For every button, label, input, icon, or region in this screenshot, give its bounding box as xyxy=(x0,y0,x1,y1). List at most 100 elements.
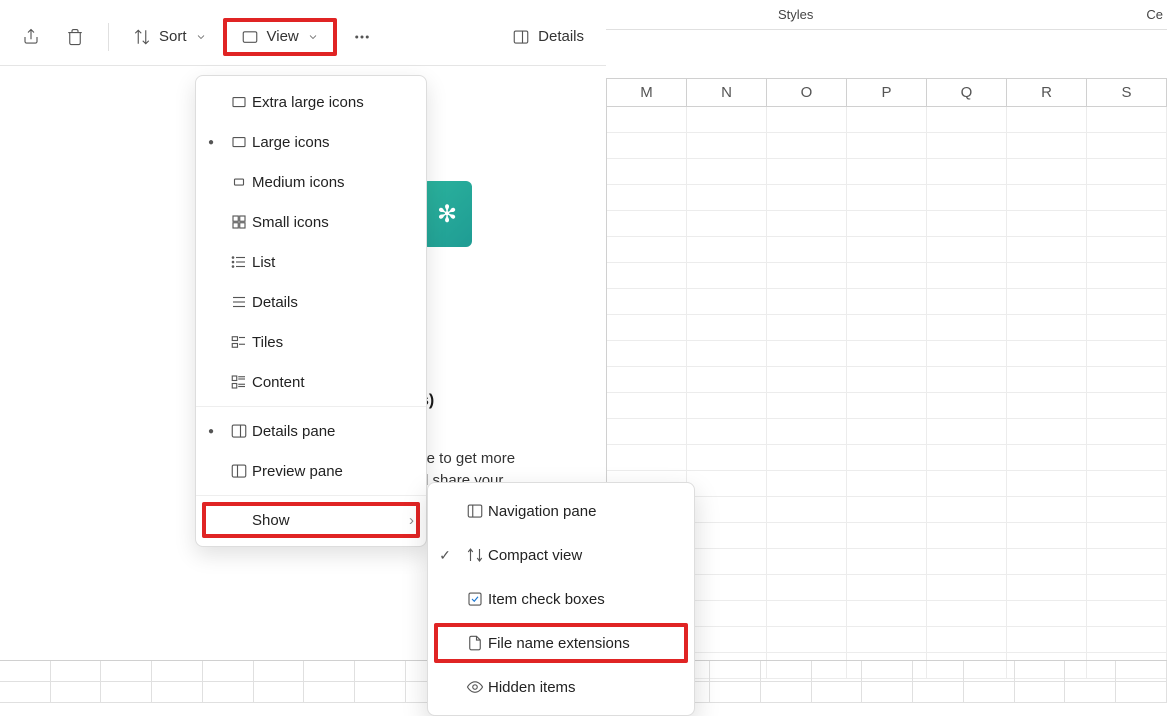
cell[interactable] xyxy=(1007,133,1087,159)
cell[interactable] xyxy=(687,497,767,523)
cell[interactable] xyxy=(767,471,847,497)
cell[interactable] xyxy=(1007,263,1087,289)
cell[interactable] xyxy=(1007,367,1087,393)
cell[interactable] xyxy=(847,445,927,471)
cell[interactable] xyxy=(687,211,767,237)
submenu-item-item-check-boxes[interactable]: Item check boxes xyxy=(428,577,694,621)
cell[interactable] xyxy=(767,289,847,315)
cell[interactable] xyxy=(847,159,927,185)
column-header[interactable]: O xyxy=(767,79,847,106)
cell[interactable] xyxy=(687,575,767,601)
column-header[interactable]: S xyxy=(1087,79,1167,106)
cell[interactable] xyxy=(847,133,927,159)
cell[interactable] xyxy=(1087,315,1167,341)
more-button[interactable] xyxy=(343,22,381,52)
cell[interactable] xyxy=(927,445,1007,471)
cell[interactable] xyxy=(1007,523,1087,549)
column-header[interactable]: P xyxy=(847,79,927,106)
view-button[interactable]: View xyxy=(233,24,327,50)
grid-row[interactable] xyxy=(607,341,1167,367)
cell[interactable] xyxy=(847,419,927,445)
cell[interactable] xyxy=(607,211,687,237)
cell[interactable] xyxy=(927,107,1007,133)
cell[interactable] xyxy=(1087,393,1167,419)
cell[interactable] xyxy=(1007,627,1087,653)
cell[interactable] xyxy=(1007,549,1087,575)
cell[interactable] xyxy=(767,185,847,211)
cell[interactable] xyxy=(767,549,847,575)
cell[interactable] xyxy=(687,107,767,133)
cell[interactable] xyxy=(1087,367,1167,393)
menu-item-preview-pane[interactable]: Preview pane xyxy=(196,451,426,491)
cell[interactable] xyxy=(847,393,927,419)
cell[interactable] xyxy=(767,211,847,237)
menu-item-extra-large-icons[interactable]: Extra large icons xyxy=(196,82,426,122)
cell[interactable] xyxy=(767,575,847,601)
cell[interactable] xyxy=(1087,549,1167,575)
cell[interactable] xyxy=(1007,575,1087,601)
menu-item-tiles[interactable]: Tiles xyxy=(196,322,426,362)
cell[interactable] xyxy=(687,523,767,549)
cell[interactable] xyxy=(767,523,847,549)
cell[interactable] xyxy=(1007,237,1087,263)
cell[interactable] xyxy=(1087,341,1167,367)
submenu-item-navigation-pane[interactable]: Navigation pane xyxy=(428,489,694,533)
cell[interactable] xyxy=(927,367,1007,393)
cell[interactable] xyxy=(687,289,767,315)
cell[interactable] xyxy=(847,315,927,341)
cell[interactable] xyxy=(1087,471,1167,497)
cell[interactable] xyxy=(927,341,1007,367)
cell[interactable] xyxy=(687,549,767,575)
cell[interactable] xyxy=(767,419,847,445)
cell[interactable] xyxy=(607,185,687,211)
cell[interactable] xyxy=(1007,393,1087,419)
cell[interactable] xyxy=(1087,601,1167,627)
cell[interactable] xyxy=(927,419,1007,445)
cell[interactable] xyxy=(767,315,847,341)
delete-button[interactable] xyxy=(56,22,94,52)
file-thumbnail[interactable]: ✻ xyxy=(422,181,472,247)
cell[interactable] xyxy=(847,237,927,263)
cell[interactable] xyxy=(847,107,927,133)
grid-row[interactable] xyxy=(607,211,1167,237)
cell[interactable] xyxy=(847,471,927,497)
cell[interactable] xyxy=(607,107,687,133)
cell[interactable] xyxy=(1007,419,1087,445)
cell[interactable] xyxy=(927,471,1007,497)
column-header[interactable]: R xyxy=(1007,79,1087,106)
cell[interactable] xyxy=(1087,159,1167,185)
column-header[interactable]: N xyxy=(687,79,767,106)
cell[interactable] xyxy=(767,159,847,185)
cell[interactable] xyxy=(687,601,767,627)
cell[interactable] xyxy=(687,419,767,445)
cell[interactable] xyxy=(687,185,767,211)
submenu-item-compact-view[interactable]: ✓ Compact view xyxy=(428,533,694,577)
cell[interactable] xyxy=(847,341,927,367)
menu-item-details-pane[interactable]: ● Details pane xyxy=(196,411,426,451)
menu-item-list[interactable]: List xyxy=(196,242,426,282)
cell[interactable] xyxy=(927,497,1007,523)
cell[interactable] xyxy=(1007,185,1087,211)
cell[interactable] xyxy=(687,237,767,263)
cell[interactable] xyxy=(927,523,1007,549)
cell[interactable] xyxy=(927,211,1007,237)
cell[interactable] xyxy=(927,627,1007,653)
cell[interactable] xyxy=(607,367,687,393)
column-headers[interactable]: MNOPQRS xyxy=(607,79,1167,107)
cell[interactable] xyxy=(1007,159,1087,185)
cell[interactable] xyxy=(847,289,927,315)
cell[interactable] xyxy=(1087,133,1167,159)
cell[interactable] xyxy=(1087,419,1167,445)
cell[interactable] xyxy=(767,601,847,627)
cell[interactable] xyxy=(1087,445,1167,471)
grid-row[interactable] xyxy=(607,159,1167,185)
column-header[interactable]: M xyxy=(607,79,687,106)
details-pane-button[interactable]: Details xyxy=(502,22,594,52)
cell[interactable] xyxy=(847,601,927,627)
cell[interactable] xyxy=(927,133,1007,159)
cell[interactable] xyxy=(607,263,687,289)
submenu-item-hidden-items[interactable]: Hidden items xyxy=(428,665,694,709)
cell[interactable] xyxy=(687,341,767,367)
cell[interactable] xyxy=(847,523,927,549)
cell[interactable] xyxy=(927,393,1007,419)
